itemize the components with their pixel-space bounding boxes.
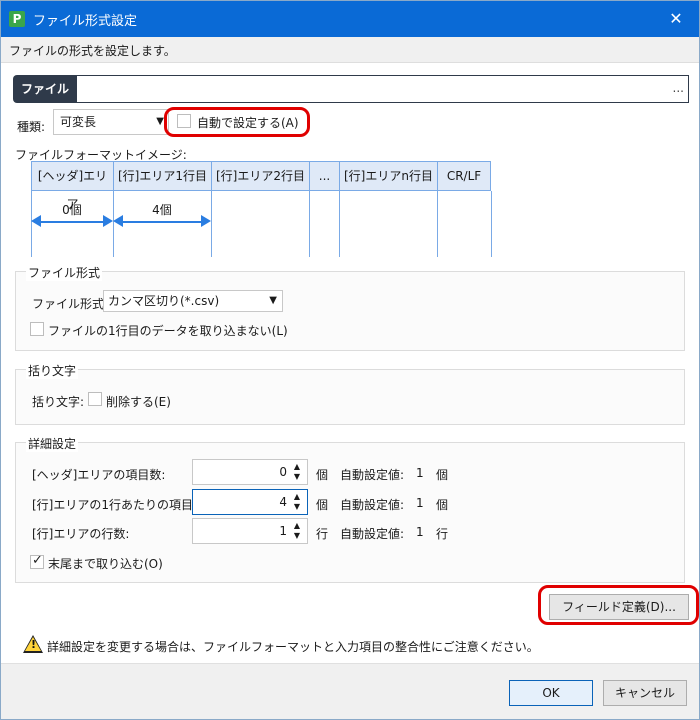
quote-group-title: 括り文字 <box>26 362 79 379</box>
row-span-arrow <box>121 221 203 223</box>
warning-icon <box>23 635 43 653</box>
spin-down-icon[interactable]: ▼ <box>291 502 303 512</box>
header-items-unit: 個 <box>316 468 329 482</box>
window-title: ファイル形式設定 <box>33 14 138 29</box>
format-divider <box>309 191 310 257</box>
format-divider <box>211 191 212 257</box>
file-format-group-title: ファイル形式 <box>26 264 103 281</box>
auto-set-label[interactable]: 自動で設定する(A) <box>197 114 299 131</box>
arrow-right-icon <box>103 215 113 227</box>
filename-label: ファイル名: <box>13 75 77 124</box>
spin-down-icon[interactable]: ▼ <box>291 472 303 482</box>
type-select-value: 可変長 <box>60 115 97 129</box>
skip-first-row-label[interactable]: ファイルの1行目のデータを取り込まない(L) <box>48 322 288 339</box>
header-items-auto-label: 自動設定値: <box>340 468 405 482</box>
file-format-dialog: P ファイル形式設定 ✕ ファイルの形式を設定します。 ファイル名: ... 種… <box>0 0 700 720</box>
format-col-rown: [行]エリアn行目 <box>339 161 437 191</box>
row-count-auto-label: 自動設定値: <box>340 527 405 541</box>
row-count-label: [行]エリアの行数: <box>32 527 130 541</box>
browse-icon[interactable]: ... <box>673 81 684 95</box>
format-col-header: [ヘッダ]エリア <box>31 161 113 211</box>
warning-text: 詳細設定を変更する場合は、ファイルフォーマットと入力項目の整合性にご注意ください… <box>47 640 539 654</box>
arrow-left-icon <box>31 215 41 227</box>
spin-down-icon[interactable]: ▼ <box>291 531 303 541</box>
chevron-down-icon: ▼ <box>156 116 164 127</box>
format-col-row2: [行]エリア2行目 <box>211 161 309 191</box>
arrow-left-icon <box>113 215 123 227</box>
row-count: 4個 <box>152 203 172 217</box>
ok-button[interactable]: OK <box>509 680 593 706</box>
row-items-stepper[interactable]: 4 ▲ ▼ <box>192 489 308 515</box>
filename-input[interactable]: ... <box>77 75 689 103</box>
row-count-stepper[interactable]: 1 ▲ ▼ <box>192 518 308 544</box>
row-count-unit: 行 <box>316 527 329 541</box>
spin-up-icon[interactable]: ▲ <box>291 462 303 472</box>
filename-row: ファイル名: ... <box>13 75 689 124</box>
type-select[interactable]: 可変長 ▼ <box>53 109 169 135</box>
format-col-row1: [行]エリア1行目 <box>113 161 211 191</box>
auto-set-checkbox[interactable] <box>177 114 191 128</box>
header-items-auto-value: 1 <box>416 466 424 480</box>
quote-label: 括り文字: <box>32 395 85 409</box>
type-label: 種類: <box>17 120 46 134</box>
dialog-content: ファイル名: ... 種類: 可変長 ▼ 自動で設定する(A) ファイルフォーマ… <box>1 63 699 663</box>
row-items-label: [行]エリアの1行あたりの項目数: <box>32 498 210 512</box>
header-items-label: [ヘッダ]エリアの項目数: <box>32 468 166 482</box>
subtitle-bar: ファイルの形式を設定します。 <box>1 37 699 63</box>
header-span-arrow <box>39 221 105 223</box>
file-format-group: ファイル形式 ファイル形式: カンマ区切り(*.csv) ▼ ファイルの1行目の… <box>15 264 685 351</box>
app-icon: P <box>9 11 25 27</box>
row-count-auto-value: 1 <box>416 525 424 539</box>
row-items-auto-unit: 個 <box>436 498 449 512</box>
header-items-auto-unit: 個 <box>436 468 449 482</box>
detail-group-title: 詳細設定 <box>26 435 79 452</box>
header-items-stepper[interactable]: 0 ▲ ▼ <box>192 459 308 485</box>
format-divider <box>491 191 492 257</box>
arrow-right-icon <box>201 215 211 227</box>
read-to-end-label[interactable]: 末尾まで取り込む(O) <box>48 555 163 572</box>
header-count: 0個 <box>62 203 82 217</box>
format-divider <box>437 191 438 257</box>
row-items-unit: 個 <box>316 498 329 512</box>
file-format-select-value: カンマ区切り(*.csv) <box>108 294 220 308</box>
field-definition-button[interactable]: フィールド定義(D)... <box>549 594 689 620</box>
row-items-value: 4 <box>279 495 287 509</box>
format-col-ellipsis: ... <box>309 161 339 191</box>
subtitle-text: ファイルの形式を設定します。 <box>9 44 176 58</box>
title-bar: P ファイル形式設定 ✕ <box>1 1 699 37</box>
spin-up-icon[interactable]: ▲ <box>291 492 303 502</box>
detail-group: 詳細設定 [ヘッダ]エリアの項目数: 0 ▲ ▼ 個 自動設定値: 1 個 [行… <box>15 435 685 583</box>
close-icon[interactable]: ✕ <box>663 7 689 31</box>
quote-group: 括り文字 括り文字: 削除する(E) <box>15 362 685 425</box>
skip-first-row-checkbox[interactable] <box>30 322 44 336</box>
delete-quote-checkbox[interactable] <box>88 392 102 406</box>
file-format-label: ファイル形式: <box>32 297 109 311</box>
row-items-auto-label: 自動設定値: <box>340 498 405 512</box>
header-items-value: 0 <box>279 465 287 479</box>
row-count-auto-unit: 行 <box>436 527 449 541</box>
format-divider <box>339 191 340 257</box>
row-count-value: 1 <box>279 524 287 538</box>
cancel-button[interactable]: キャンセル <box>603 680 687 706</box>
read-to-end-checkbox[interactable] <box>30 553 44 569</box>
footer: OK キャンセル <box>1 663 699 719</box>
delete-quote-label[interactable]: 削除する(E) <box>106 393 171 410</box>
row-items-auto-value: 1 <box>416 496 424 510</box>
chevron-down-icon: ▼ <box>269 295 277 306</box>
file-format-select[interactable]: カンマ区切り(*.csv) ▼ <box>103 290 283 312</box>
spin-up-icon[interactable]: ▲ <box>291 521 303 531</box>
format-col-crlf: CR/LF <box>437 161 491 191</box>
